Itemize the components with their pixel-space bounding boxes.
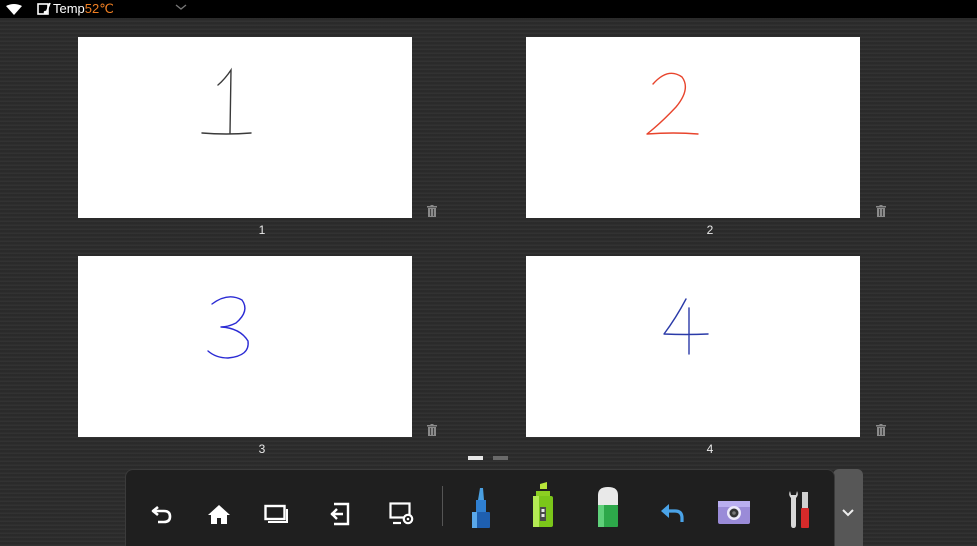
toolbar-divider	[442, 486, 443, 526]
page-drawing-4	[663, 298, 709, 355]
wifi-icon	[6, 4, 22, 15]
page-number-3: 3	[258, 442, 266, 456]
back-icon[interactable]	[151, 503, 173, 525]
trash-icon[interactable]	[876, 424, 886, 436]
dock-expand-button[interactable]	[833, 469, 863, 546]
page-drawing-2	[646, 72, 699, 135]
page-drawing-1	[201, 67, 252, 135]
exit-icon[interactable]	[329, 502, 351, 526]
page-thumbnail-3[interactable]	[78, 256, 412, 437]
temp-label: Temp	[53, 1, 85, 16]
camera-icon[interactable]	[717, 498, 751, 526]
screen-settings-icon[interactable]	[389, 502, 415, 526]
chevron-down-icon	[842, 509, 854, 517]
pagination-dot-active[interactable]	[468, 456, 483, 460]
highlighter-icon[interactable]	[528, 481, 558, 529]
trash-icon[interactable]	[427, 424, 437, 436]
pen-icon[interactable]	[466, 486, 496, 530]
home-icon[interactable]	[207, 503, 231, 525]
temp-value: 52℃	[84, 1, 114, 16]
eraser-icon[interactable]	[594, 485, 622, 529]
page-number-4: 4	[706, 442, 714, 456]
status-bar: Temp52℃	[0, 0, 977, 18]
page-number-1: 1	[258, 223, 266, 237]
page-thumbnail-4[interactable]	[526, 256, 860, 437]
window-icon[interactable]	[264, 504, 288, 524]
undo-icon[interactable]	[659, 502, 685, 524]
trash-icon[interactable]	[427, 205, 437, 217]
page-thumbnail-1[interactable]	[78, 37, 412, 218]
tools-icon[interactable]	[787, 489, 813, 529]
trash-icon[interactable]	[876, 205, 886, 217]
temperature-readout: Temp52℃	[53, 1, 114, 17]
thermometer-note-icon	[37, 2, 51, 15]
pagination-dot[interactable]	[493, 456, 508, 460]
page-number-2: 2	[706, 223, 714, 237]
chevron-down-icon[interactable]	[175, 4, 187, 11]
page-thumbnail-2[interactable]	[526, 37, 860, 218]
page-drawing-3	[207, 296, 249, 359]
